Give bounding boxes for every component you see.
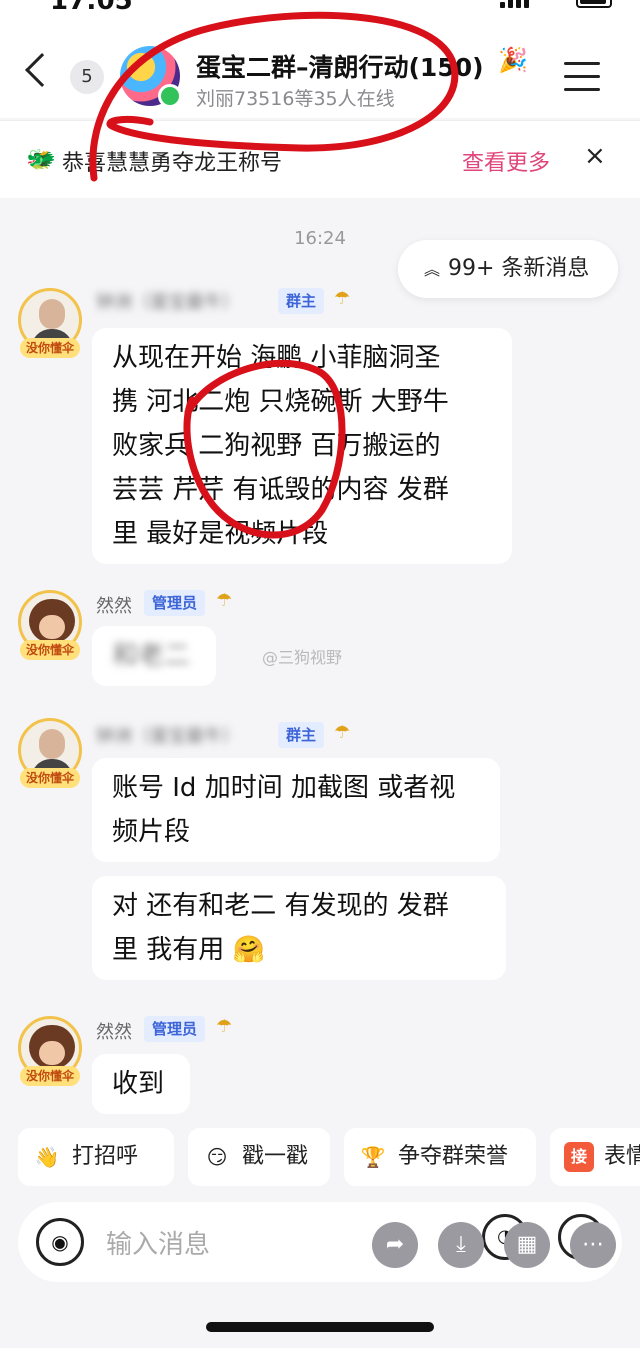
avatar-tag: 没你懂伞: [20, 768, 80, 788]
quick-action-label: 表情: [604, 1144, 640, 1169]
message-line: 里 我有用 🤗: [112, 935, 265, 965]
online-status-icon: [158, 84, 182, 108]
status-time: 17:05: [50, 0, 133, 16]
message-line: 收到: [112, 1069, 165, 1099]
quick-action-label: 争夺群荣誉: [398, 1144, 509, 1169]
message-bubble[interactable]: 收到: [92, 1054, 190, 1114]
avatar-tag: 没你懂伞: [20, 1066, 80, 1086]
message-bubble[interactable]: 和老二: [92, 626, 216, 686]
quick-action-honor[interactable]: 🏆 争夺群荣誉: [344, 1128, 536, 1186]
battery-icon: [576, 0, 612, 8]
home-indicator: [206, 1322, 434, 1332]
online-members-subtitle[interactable]: 刘丽73516等35人在线: [196, 84, 395, 111]
message-line: 败家兵 二狗视野 百万搬运的: [112, 431, 441, 461]
message-line: 对 还有和老二 有发现的 发群: [112, 891, 449, 921]
role-badge: 管理员: [144, 590, 206, 616]
message-line: 从现在开始 海鹏 小菲脑洞圣: [112, 343, 441, 373]
group-level-icon: 🎉: [498, 46, 528, 74]
watermark: @三狗视野: [262, 648, 343, 667]
quick-action-label: 打招呼: [72, 1144, 139, 1169]
quick-action-poke[interactable]: 😏 戳一戳: [188, 1128, 330, 1186]
umbrella-icon: ☂: [334, 722, 351, 743]
message-line: 账号 Id 加时间 加截图 或者视: [112, 773, 456, 803]
notice-text: 恭喜慧慧勇夺龙王称号: [62, 151, 283, 176]
message-input[interactable]: 输入消息: [106, 1224, 210, 1261]
message-line: 芸芸 芹芹 有诋毁的内容 发群: [112, 475, 449, 505]
role-badge: 群主: [278, 288, 325, 314]
meme-icon: 接: [564, 1142, 594, 1172]
download-icon[interactable]: ⤓: [438, 1222, 484, 1268]
avatar-tag: 没你懂伞: [20, 338, 80, 358]
message-line: 频片段: [112, 817, 191, 847]
dragon-icon: 🐲: [26, 145, 56, 173]
sender-name[interactable]: 钟洲（蛋宝最牛）: [96, 722, 240, 748]
message-bubble[interactable]: 账号 Id 加时间 加截图 或者视 频片段: [92, 758, 500, 862]
quick-action-meme[interactable]: 接 表情: [550, 1128, 640, 1186]
umbrella-icon: ☂: [216, 590, 233, 611]
chat-header: 5 蛋宝二群–清朗行动(150) 🎉 刘丽73516等35人在线: [0, 24, 640, 118]
menu-icon[interactable]: [564, 62, 600, 91]
poke-face-icon: 😏: [206, 1145, 228, 1169]
view-more-link[interactable]: 查看更多: [462, 145, 550, 177]
notice-bar: 🐲 恭喜慧慧勇夺龙王称号 查看更多 ×: [0, 120, 640, 198]
role-badge: 管理员: [144, 1016, 206, 1042]
message-line: 里 最好是视频片段: [112, 519, 329, 549]
message-bubble[interactable]: 从现在开始 海鹏 小菲脑洞圣 携 河北二炮 只烧碗斯 大野牛 败家兵 二狗视野 …: [92, 328, 512, 564]
trophy-icon: 🏆: [360, 1145, 386, 1169]
signal-icon: [500, 0, 530, 8]
quick-action-label: 戳一戳: [242, 1144, 309, 1169]
status-bar: 17:05 ◠: [0, 0, 640, 24]
avatar-tag: 没你懂伞: [20, 640, 80, 660]
more-icon[interactable]: ⋯: [570, 1222, 616, 1268]
sender-name[interactable]: 然然: [96, 1018, 132, 1044]
wave-hand-icon: 👋: [34, 1145, 60, 1169]
back-icon[interactable]: [25, 53, 59, 87]
message-line: 和老二: [112, 641, 191, 671]
unread-count-badge[interactable]: 5: [70, 60, 104, 94]
umbrella-icon: ☂: [334, 288, 351, 309]
message-line: 携 河北二炮 只烧碗斯 大野牛: [112, 387, 449, 417]
new-messages-label: 99+ 条新消息: [448, 256, 590, 281]
role-badge: 群主: [278, 722, 325, 748]
sender-name[interactable]: 钟洲（蛋宝最牛）: [96, 288, 240, 314]
new-messages-button[interactable]: ︽ 99+ 条新消息: [398, 240, 618, 298]
message-input-bar: ◉ 输入消息 ➦ ◔ ⤓ ▦ + ⋯: [18, 1202, 622, 1282]
group-title[interactable]: 蛋宝二群–清朗行动(150): [196, 48, 484, 84]
quick-action-greet[interactable]: 👋 打招呼: [18, 1128, 174, 1186]
message-bubble[interactable]: 对 还有和老二 有发现的 发群 里 我有用 🤗: [92, 876, 506, 980]
umbrella-icon: ☂: [216, 1016, 233, 1037]
sender-name[interactable]: 然然: [96, 592, 132, 618]
voice-icon[interactable]: ◉: [36, 1218, 84, 1266]
close-icon[interactable]: ×: [584, 141, 606, 171]
apps-grid-icon[interactable]: ▦: [504, 1222, 550, 1268]
share-icon[interactable]: ➦: [372, 1222, 418, 1268]
chevron-up-icon: ︽: [424, 260, 441, 279]
wifi-icon: ◠: [540, 0, 562, 8]
